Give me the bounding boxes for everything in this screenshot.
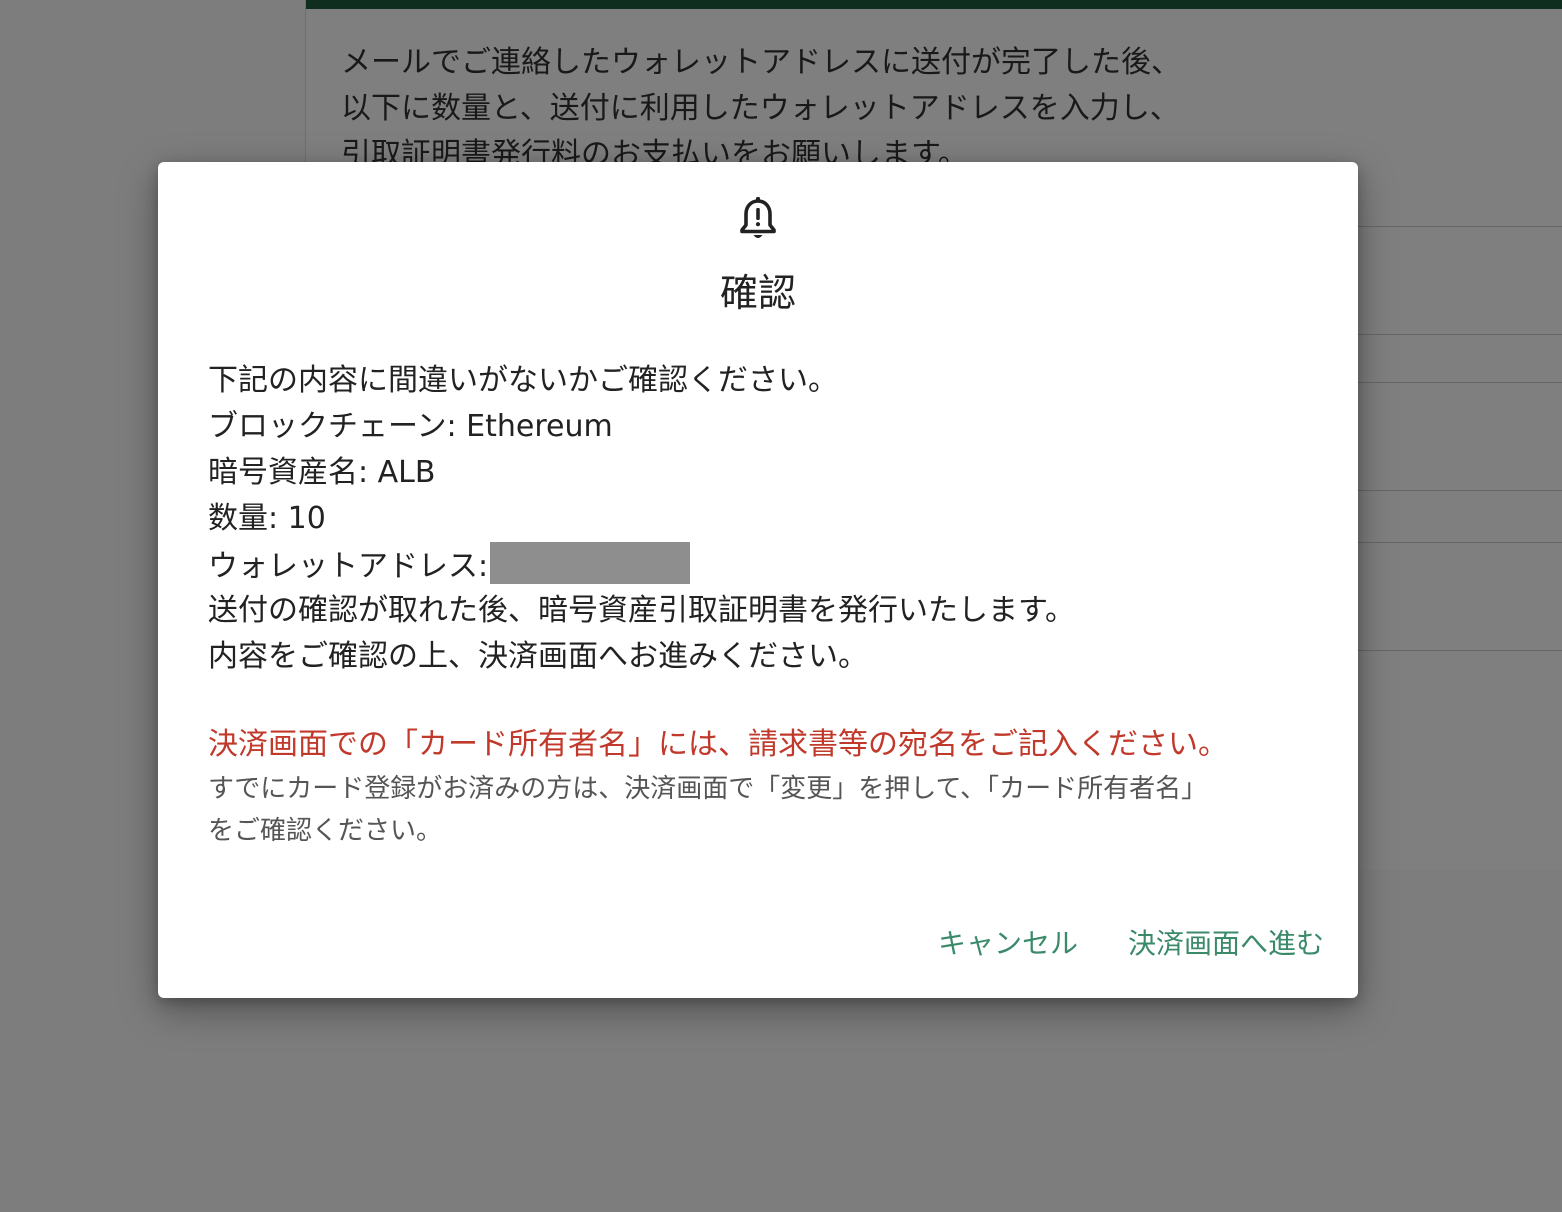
asset-name-value: 暗号資産名: ALB xyxy=(208,455,436,490)
blockchain-value: ブロックチェーン: Ethereum xyxy=(208,409,613,444)
quantity-value: 数量: 10 xyxy=(208,501,326,536)
proceed-note: 内容をご確認の上、決済画面へお進みください。 xyxy=(208,639,868,674)
dialog-title: 確認 xyxy=(719,271,796,315)
card-holder-notice: 決済画面での「カード所有者名」には、請求書等の宛名をご記入ください。 すでにカー… xyxy=(208,722,1318,852)
proceed-to-payment-button[interactable]: 決済画面へ進む xyxy=(1128,922,1324,962)
bell-alert-icon xyxy=(740,197,776,238)
card-change-instruction: すでにカード登録がお済みの方は、決済画面で「変更」を押して、「カード所有者名」 xyxy=(208,774,1208,804)
wallet-address-row: ウォレットアドレス: xyxy=(208,542,1318,588)
confirm-dialog: 確認 下記の内容に間違いがないかご確認ください。 ブロックチェーン: Ether… xyxy=(158,162,1358,998)
wallet-address-redacted xyxy=(490,542,691,584)
card-change-instruction: をご確認ください。 xyxy=(208,816,443,846)
issuance-note: 送付の確認が取れた後、暗号資産引取証明書を発行いたします。 xyxy=(208,593,1075,628)
wallet-address-label: ウォレットアドレス: xyxy=(208,549,489,584)
cancel-button[interactable]: キャンセル xyxy=(938,922,1078,962)
dialog-body: 下記の内容に間違いがないかご確認ください。 ブロックチェーン: Ethereum… xyxy=(208,358,1318,680)
card-holder-warning: 決済画面での「カード所有者名」には、請求書等の宛名をご記入ください。 xyxy=(208,727,1228,762)
dialog-actions: キャンセル 決済画面へ進む xyxy=(938,922,1324,962)
confirm-intro-text: 下記の内容に間違いがないかご確認ください。 xyxy=(208,363,838,398)
